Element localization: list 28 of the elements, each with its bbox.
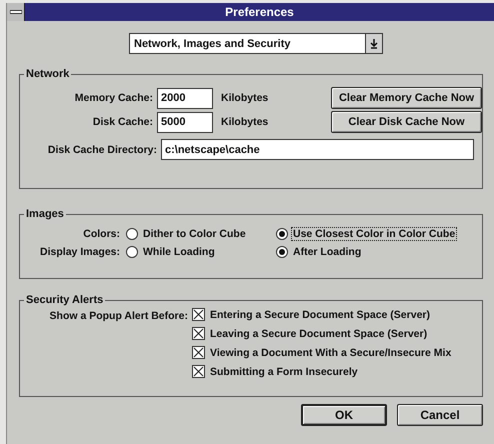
checkbox-label[interactable]: Viewing a Document With a Secure/Insecure Mix — [210, 346, 452, 358]
directory-field[interactable]: c:\netscape\cache — [161, 139, 474, 160]
field-label: Disk Cache: — [92, 116, 154, 128]
clear-cache-button[interactable]: Clear Memory Cache Now — [331, 87, 482, 109]
category-dropdown[interactable]: Network, Images and Security — [129, 33, 383, 54]
radio-label[interactable]: Use Closest Color in Color Cube — [291, 227, 458, 241]
checkbox-label[interactable]: Entering a Secure Document Space (Server) — [210, 308, 430, 320]
size-field[interactable]: 2000 — [157, 88, 213, 108]
window-title: Preferences — [224, 5, 295, 19]
clear-cache-button[interactable]: Clear Disk Cache Now — [331, 111, 482, 133]
field-label: Disk Cache Directory: — [46, 144, 158, 156]
radio-label[interactable]: After Loading — [291, 245, 364, 259]
alerts-label: Show a Popup Alert Before: — [48, 309, 189, 322]
group-title: Network — [25, 68, 70, 80]
radio-label[interactable]: While Loading — [141, 245, 217, 259]
option-label: Display Images: — [39, 246, 121, 258]
checkbox-label[interactable]: Submitting a Form Insecurely — [210, 366, 358, 378]
option-label: Colors: — [82, 228, 121, 240]
ok-button[interactable]: OK — [301, 404, 387, 426]
field-label: Memory Cache: — [74, 92, 154, 104]
group-title: Images — [25, 208, 65, 220]
group-title: Security Alerts — [25, 294, 104, 306]
checkbox-label[interactable]: Leaving a Secure Document Space (Server) — [210, 328, 428, 340]
unit-label: Kilobytes — [221, 116, 270, 128]
cancel-button[interactable]: Cancel — [397, 404, 483, 426]
radio-label[interactable]: Dither to Color Cube — [141, 227, 248, 241]
size-field[interactable]: 5000 — [157, 112, 213, 132]
unit-label: Kilobytes — [221, 92, 270, 104]
